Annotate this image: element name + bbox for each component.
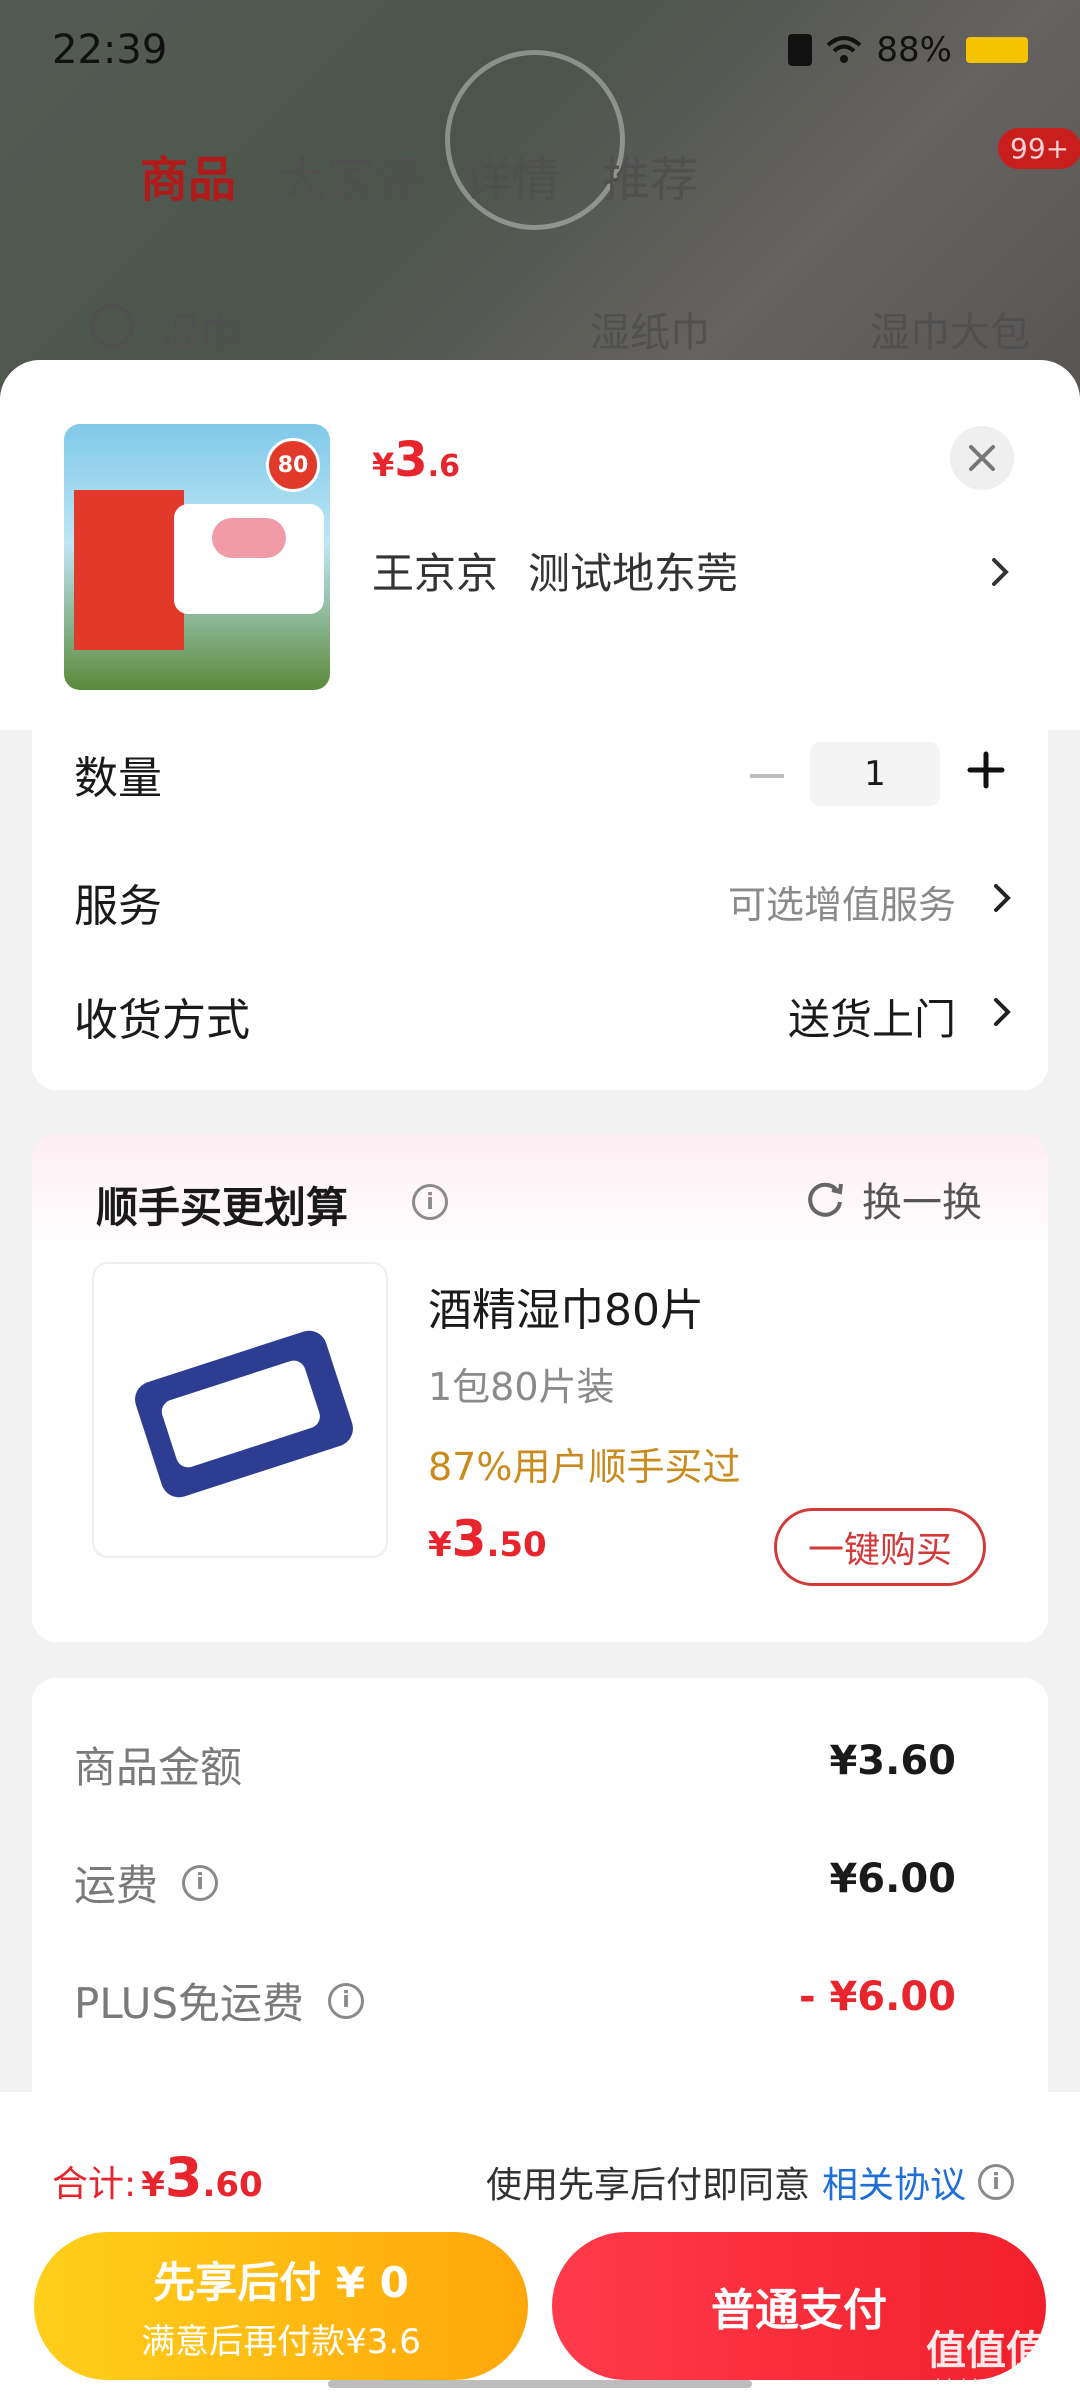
recommended-product-image[interactable] bbox=[92, 1262, 388, 1558]
recommended-product-price: ¥3.50 bbox=[428, 1510, 547, 1568]
shipping-label: 运费 i bbox=[74, 1852, 219, 1913]
service-label: 服务 bbox=[74, 881, 162, 932]
one-click-buy-button[interactable]: 一键购买 bbox=[774, 1508, 986, 1586]
total-price: 合计: ¥3.60 bbox=[52, 2146, 263, 2209]
refresh-label: 换一换 bbox=[862, 1180, 982, 1226]
goods-amount-label: 商品金额 bbox=[74, 1743, 243, 1792]
search-icon bbox=[90, 304, 134, 348]
agreement-link[interactable]: 相关协议 bbox=[822, 2156, 966, 2208]
recommended-product-spec: 1包80片装 bbox=[428, 1365, 615, 1409]
background-tabs: 商品 大家评 详情 推荐 bbox=[140, 140, 698, 210]
price-summary-card: 商品金额 ¥3.60 运费 i ¥6.00 PLUS免运费 i - ¥6.00 bbox=[32, 1678, 1048, 2118]
quantity-decrease-button[interactable] bbox=[750, 774, 784, 778]
recommended-product-name[interactable]: 酒精湿巾80片 bbox=[428, 1274, 704, 1338]
agreement-notice: 使用先享后付即同意 相关协议 i bbox=[486, 2156, 1014, 2208]
address-name: 王京京 bbox=[372, 549, 499, 598]
tab-reviews: 大家评 bbox=[278, 152, 423, 208]
info-icon[interactable]: i bbox=[412, 1184, 448, 1220]
wipes-box-graphic bbox=[174, 504, 324, 614]
wipes-pack-graphic bbox=[130, 1326, 358, 1502]
refresh-icon bbox=[808, 1182, 843, 1217]
background-search-bar: 湿巾 湿纸巾 湿巾大包 bbox=[90, 300, 1030, 358]
tab-recommend: 推荐 bbox=[602, 152, 699, 208]
address-selector[interactable]: 王京京 测试地东莞 bbox=[372, 540, 738, 601]
sheet-header: 80 ¥3.6 王京京 测试地东莞 bbox=[0, 360, 1080, 730]
total-label: 合计: bbox=[52, 2164, 137, 2205]
close-button[interactable] bbox=[950, 426, 1014, 490]
tab-product: 商品 bbox=[140, 152, 237, 208]
shipping-value: ¥6.00 bbox=[829, 1856, 956, 1902]
search-term: 湿巾大包 bbox=[870, 310, 1030, 356]
purchase-sheet: 80 ¥3.6 王京京 测试地东莞 数量 1 服务 可选增值服务 收货方式 送货… bbox=[0, 360, 1080, 2400]
search-term: 湿巾 bbox=[160, 310, 240, 356]
quantity-label: 数量 bbox=[74, 753, 162, 804]
bnpl-subtitle: 满意后再付款¥3.6 bbox=[141, 2322, 421, 2362]
options-card: 数量 1 服务 可选增值服务 收货方式 送货上门 bbox=[32, 730, 1048, 1090]
chevron-right-icon bbox=[992, 558, 1009, 586]
product-thumbnail: 80 bbox=[64, 424, 330, 690]
cart-badge: 99+ bbox=[998, 128, 1080, 169]
info-icon[interactable]: i bbox=[182, 1864, 219, 1901]
social-proof-text: 87%用户顺手买过 bbox=[428, 1445, 741, 1489]
search-term: 湿纸巾 bbox=[590, 310, 710, 356]
tab-details: 详情 bbox=[464, 152, 561, 208]
watermark: 值值值 zhizhizhi.com bbox=[926, 2328, 1048, 2397]
quantity-input[interactable]: 1 bbox=[810, 742, 940, 806]
plus-discount-value: - ¥6.00 bbox=[798, 1974, 956, 2020]
delivery-value: 送货上门 bbox=[787, 995, 956, 1044]
service-value: 可选增值服务 bbox=[727, 883, 956, 927]
wifi-icon bbox=[827, 36, 862, 63]
battery-icon bbox=[966, 37, 1028, 63]
chevron-right-icon bbox=[994, 998, 1011, 1026]
info-icon[interactable]: i bbox=[328, 1982, 365, 2019]
refresh-button[interactable]: 换一换 bbox=[804, 1170, 982, 1228]
delivery-label: 收货方式 bbox=[74, 995, 250, 1046]
goods-amount-value: ¥3.60 bbox=[829, 1738, 956, 1784]
checkout-footer: 合计: ¥3.60 使用先享后付即同意 相关协议 i 先享后付 ¥ 0 满意后再… bbox=[0, 2092, 1080, 2400]
buy-now-pay-later-button[interactable]: 先享后付 ¥ 0 满意后再付款¥3.6 bbox=[34, 2232, 528, 2380]
promo-tag-graphic bbox=[74, 490, 184, 650]
close-icon bbox=[969, 445, 995, 471]
status-time: 22:39 bbox=[52, 27, 168, 73]
plus-free-shipping-label: PLUS免运费 i bbox=[74, 1970, 365, 2031]
home-indicator[interactable] bbox=[328, 2380, 752, 2388]
battery-percent: 88% bbox=[876, 30, 952, 70]
quantity-increase-button[interactable] bbox=[966, 750, 1006, 790]
chevron-right-icon bbox=[994, 884, 1011, 912]
recommendation-title: 顺手买更划算 bbox=[96, 1183, 349, 1232]
info-icon[interactable]: i bbox=[978, 2164, 1014, 2200]
sim-icon bbox=[788, 34, 813, 66]
count-seal: 80 bbox=[266, 438, 320, 492]
product-price: ¥3.6 bbox=[372, 432, 460, 488]
bnpl-title: 先享后付 ¥ 0 bbox=[153, 2258, 409, 2307]
address-place: 测试地东莞 bbox=[528, 549, 739, 598]
agreement-text: 使用先享后付即同意 bbox=[485, 2165, 810, 2206]
recommendation-card: 顺手买更划算 i 换一换 酒精湿巾80片 1包80片装 87%用户顺手买过 ¥3… bbox=[32, 1134, 1048, 1642]
